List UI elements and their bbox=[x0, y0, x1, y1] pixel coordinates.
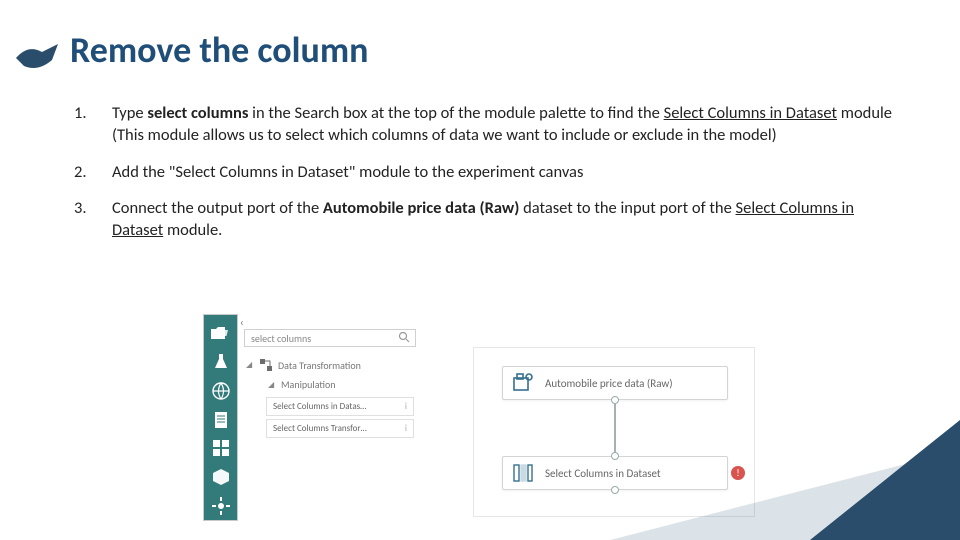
globe-icon bbox=[210, 381, 232, 400]
slide-logo bbox=[14, 38, 60, 76]
slide-title: Remove the column bbox=[70, 28, 368, 72]
document-icon bbox=[210, 410, 232, 429]
select-columns-node-icon bbox=[511, 461, 535, 485]
tree-item-label: Select Columns in Datas… bbox=[273, 401, 366, 412]
folder-flask-icon bbox=[210, 324, 232, 343]
collapse-caret-icon: ‹ bbox=[240, 316, 244, 329]
step-3-text-e: module. bbox=[163, 220, 222, 240]
step-2: Add the "Select Columns in Dataset" modu… bbox=[74, 161, 894, 183]
step-1-text-a: Type bbox=[112, 103, 147, 123]
step-1-link: Select Columns in Dataset bbox=[664, 103, 837, 123]
tree-group-label: Data Transformation bbox=[278, 359, 361, 372]
step-3-text-c: dataset to the input port of the bbox=[519, 198, 735, 218]
tree-item[interactable]: Select Columns Transfor… i bbox=[266, 419, 414, 438]
info-icon: i bbox=[405, 423, 407, 434]
step-3: Connect the output port of the Automobil… bbox=[74, 197, 894, 242]
cube-icon bbox=[210, 468, 232, 487]
caret-down-icon: ◢ bbox=[268, 380, 276, 390]
datasets-icon bbox=[210, 439, 232, 458]
tree-item[interactable]: Select Columns in Datas… i bbox=[266, 397, 414, 416]
module-palette: select columns ◢ Data Transformation ◢ M… bbox=[244, 329, 418, 441]
instruction-list: Type select columns in the Search box at… bbox=[74, 102, 894, 255]
step-1-bold: select columns bbox=[147, 103, 248, 123]
transform-icon bbox=[259, 358, 273, 372]
palette-sidebar bbox=[203, 314, 238, 521]
search-icon bbox=[398, 331, 410, 349]
caret-down-icon: ◢ bbox=[246, 360, 254, 370]
tree-subgroup[interactable]: ◢ Manipulation bbox=[266, 375, 418, 394]
search-value: select columns bbox=[251, 332, 311, 345]
step-3-bold: Automobile price data (Raw) bbox=[323, 198, 519, 218]
tree-subgroup-label: Manipulation bbox=[281, 378, 336, 391]
decorative-triangle bbox=[810, 420, 960, 540]
gear-icon bbox=[210, 496, 232, 515]
search-input[interactable]: select columns bbox=[244, 329, 416, 347]
connector-line bbox=[614, 403, 616, 453]
tree-item-label: Select Columns Transfor… bbox=[273, 423, 367, 434]
tree-group[interactable]: ◢ Data Transformation bbox=[244, 355, 418, 375]
info-icon: i bbox=[405, 401, 407, 412]
canvas-node-dataset[interactable]: Automobile price data (Raw) bbox=[502, 366, 728, 400]
dataset-node-icon bbox=[511, 371, 535, 395]
step-1: Type select columns in the Search box at… bbox=[74, 102, 894, 147]
palette-tree: ◢ Data Transformation ◢ Manipulation Sel… bbox=[244, 355, 418, 438]
flask-icon bbox=[210, 353, 232, 372]
step-1-text-c: in the Search box at the top of the modu… bbox=[248, 103, 663, 123]
node-label: Automobile price data (Raw) bbox=[545, 377, 673, 390]
step-3-text-a: Connect the output port of the bbox=[112, 198, 323, 218]
